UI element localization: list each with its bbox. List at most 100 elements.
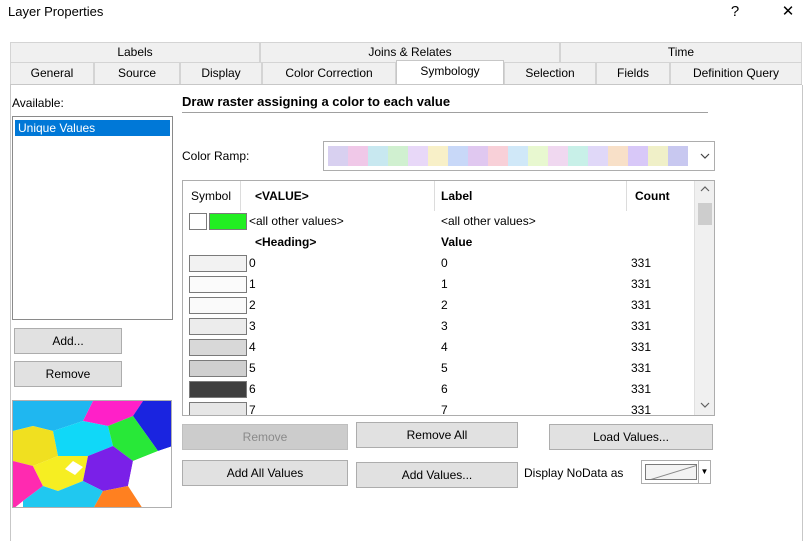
nodata-color-picker[interactable]: ▼ xyxy=(641,460,711,484)
symbol-swatch[interactable] xyxy=(189,255,247,272)
table-row[interactable]: 5 5 331 xyxy=(183,358,693,379)
symbol-swatch[interactable] xyxy=(189,360,247,377)
chevron-down-icon[interactable] xyxy=(700,148,710,162)
color-ramp-swatch xyxy=(568,146,588,166)
row-value: 5 xyxy=(249,361,256,375)
load-values-button[interactable]: Load Values... xyxy=(549,424,713,450)
dropdown-arrow-icon[interactable]: ▼ xyxy=(698,461,710,483)
table-row[interactable]: 6 6 331 xyxy=(183,379,693,400)
add-values-button[interactable]: Add Values... xyxy=(356,462,518,488)
window-title: Layer Properties xyxy=(8,4,104,19)
color-ramp-swatch xyxy=(588,146,608,166)
renderer-preview-image xyxy=(12,400,172,508)
color-ramp-swatch xyxy=(348,146,368,166)
header-count[interactable]: Count xyxy=(627,181,693,211)
row-label: 5 xyxy=(441,361,448,375)
table-row[interactable]: 1 1 331 xyxy=(183,274,693,295)
available-list[interactable]: Unique Values xyxy=(12,116,173,320)
symbol-swatch[interactable] xyxy=(189,339,247,356)
symbol-swatch[interactable] xyxy=(189,381,247,398)
row-count: 331 xyxy=(631,382,652,396)
row-count: 331 xyxy=(631,340,652,354)
color-ramp-swatch xyxy=(528,146,548,166)
help-button[interactable]: ? xyxy=(725,2,745,22)
table-row-other-values[interactable]: <all other values> <all other values> xyxy=(183,211,693,232)
renderer-description: Draw raster assigning a color to each va… xyxy=(182,94,451,109)
color-ramp-swatch xyxy=(448,146,468,166)
close-button[interactable]: ✕ xyxy=(778,2,798,22)
symbol-swatch[interactable] xyxy=(189,297,247,314)
row-label: 1 xyxy=(441,277,448,291)
remove-renderer-button[interactable]: Remove xyxy=(14,361,122,387)
table-row[interactable]: 2 2 331 xyxy=(183,295,693,316)
grid-header: Symbol <VALUE> Label Count xyxy=(183,181,693,211)
remove-all-button[interactable]: Remove All xyxy=(356,422,518,448)
color-ramp-swatch xyxy=(428,146,448,166)
row-value: 6 xyxy=(249,382,256,396)
color-ramp-swatch xyxy=(628,146,648,166)
table-row-heading[interactable]: <Heading> Value xyxy=(183,232,693,253)
tab-source[interactable]: Source xyxy=(94,62,180,84)
add-renderer-button[interactable]: Add... xyxy=(14,328,122,354)
row-label: 0 xyxy=(441,256,448,270)
header-symbol[interactable]: Symbol xyxy=(183,181,241,211)
tab-definition-query[interactable]: Definition Query xyxy=(670,62,802,84)
other-values-swatch[interactable] xyxy=(209,213,247,230)
row-count: 331 xyxy=(631,277,652,291)
color-ramp-swatch xyxy=(608,146,628,166)
table-row[interactable]: 3 3 331 xyxy=(183,316,693,337)
remove-value-button[interactable]: Remove xyxy=(182,424,348,450)
header-value[interactable]: <VALUE> xyxy=(241,181,435,211)
heading-label: Value xyxy=(441,235,473,249)
row-value: 2 xyxy=(249,298,256,312)
tab-color-correction[interactable]: Color Correction xyxy=(262,62,396,84)
color-ramp-swatch xyxy=(548,146,568,166)
color-ramp-swatch xyxy=(468,146,488,166)
symbol-swatch[interactable] xyxy=(189,402,247,415)
color-ramp-swatch xyxy=(488,146,508,166)
color-ramp-swatches xyxy=(328,146,688,166)
color-ramp-dropdown[interactable] xyxy=(323,141,715,171)
row-value: 3 xyxy=(249,319,256,333)
tab-symbology[interactable]: Symbology xyxy=(396,60,504,84)
color-ramp-swatch xyxy=(508,146,528,166)
nodata-swatch[interactable] xyxy=(645,464,697,480)
header-label[interactable]: Label xyxy=(435,181,627,211)
heading-value: <Heading> xyxy=(255,235,317,249)
other-values-value: <all other values> xyxy=(249,214,344,228)
other-values-label: <all other values> xyxy=(441,214,536,228)
tab-labels[interactable]: Labels xyxy=(10,42,260,62)
row-value: 7 xyxy=(249,403,256,416)
table-row[interactable]: 4 4 331 xyxy=(183,337,693,358)
scroll-up-icon[interactable] xyxy=(695,181,714,199)
add-all-values-button[interactable]: Add All Values xyxy=(182,460,348,486)
symbol-swatch[interactable] xyxy=(189,276,247,293)
table-row[interactable]: 0 0 331 xyxy=(183,253,693,274)
grid-scrollbar[interactable] xyxy=(694,181,714,415)
row-label: 7 xyxy=(441,403,448,416)
tab-fields[interactable]: Fields xyxy=(596,62,670,84)
row-value: 0 xyxy=(249,256,256,270)
color-ramp-label: Color Ramp: xyxy=(182,149,250,163)
tab-strip: Labels Joins & Relates Time General Sour… xyxy=(10,42,802,84)
color-ramp-swatch xyxy=(368,146,388,166)
tab-time[interactable]: Time xyxy=(560,42,802,62)
symbol-swatch[interactable] xyxy=(189,318,247,335)
row-count: 331 xyxy=(631,298,652,312)
table-row[interactable]: 7 7 331 xyxy=(183,400,693,416)
tab-joins-relates[interactable]: Joins & Relates xyxy=(260,42,560,62)
row-label: 4 xyxy=(441,340,448,354)
color-ramp-swatch xyxy=(388,146,408,166)
row-count: 331 xyxy=(631,361,652,375)
color-ramp-swatch xyxy=(408,146,428,166)
row-label: 6 xyxy=(441,382,448,396)
other-values-checkbox[interactable] xyxy=(189,213,207,230)
available-item-unique-values[interactable]: Unique Values xyxy=(15,120,170,136)
scroll-down-icon[interactable] xyxy=(695,397,714,415)
scroll-thumb[interactable] xyxy=(698,203,712,225)
tab-general[interactable]: General xyxy=(10,62,94,84)
symbol-grid[interactable]: Symbol <VALUE> Label Count <all other va… xyxy=(182,180,715,416)
tab-selection[interactable]: Selection xyxy=(504,62,596,84)
tab-display[interactable]: Display xyxy=(180,62,262,84)
color-ramp-swatch xyxy=(668,146,688,166)
